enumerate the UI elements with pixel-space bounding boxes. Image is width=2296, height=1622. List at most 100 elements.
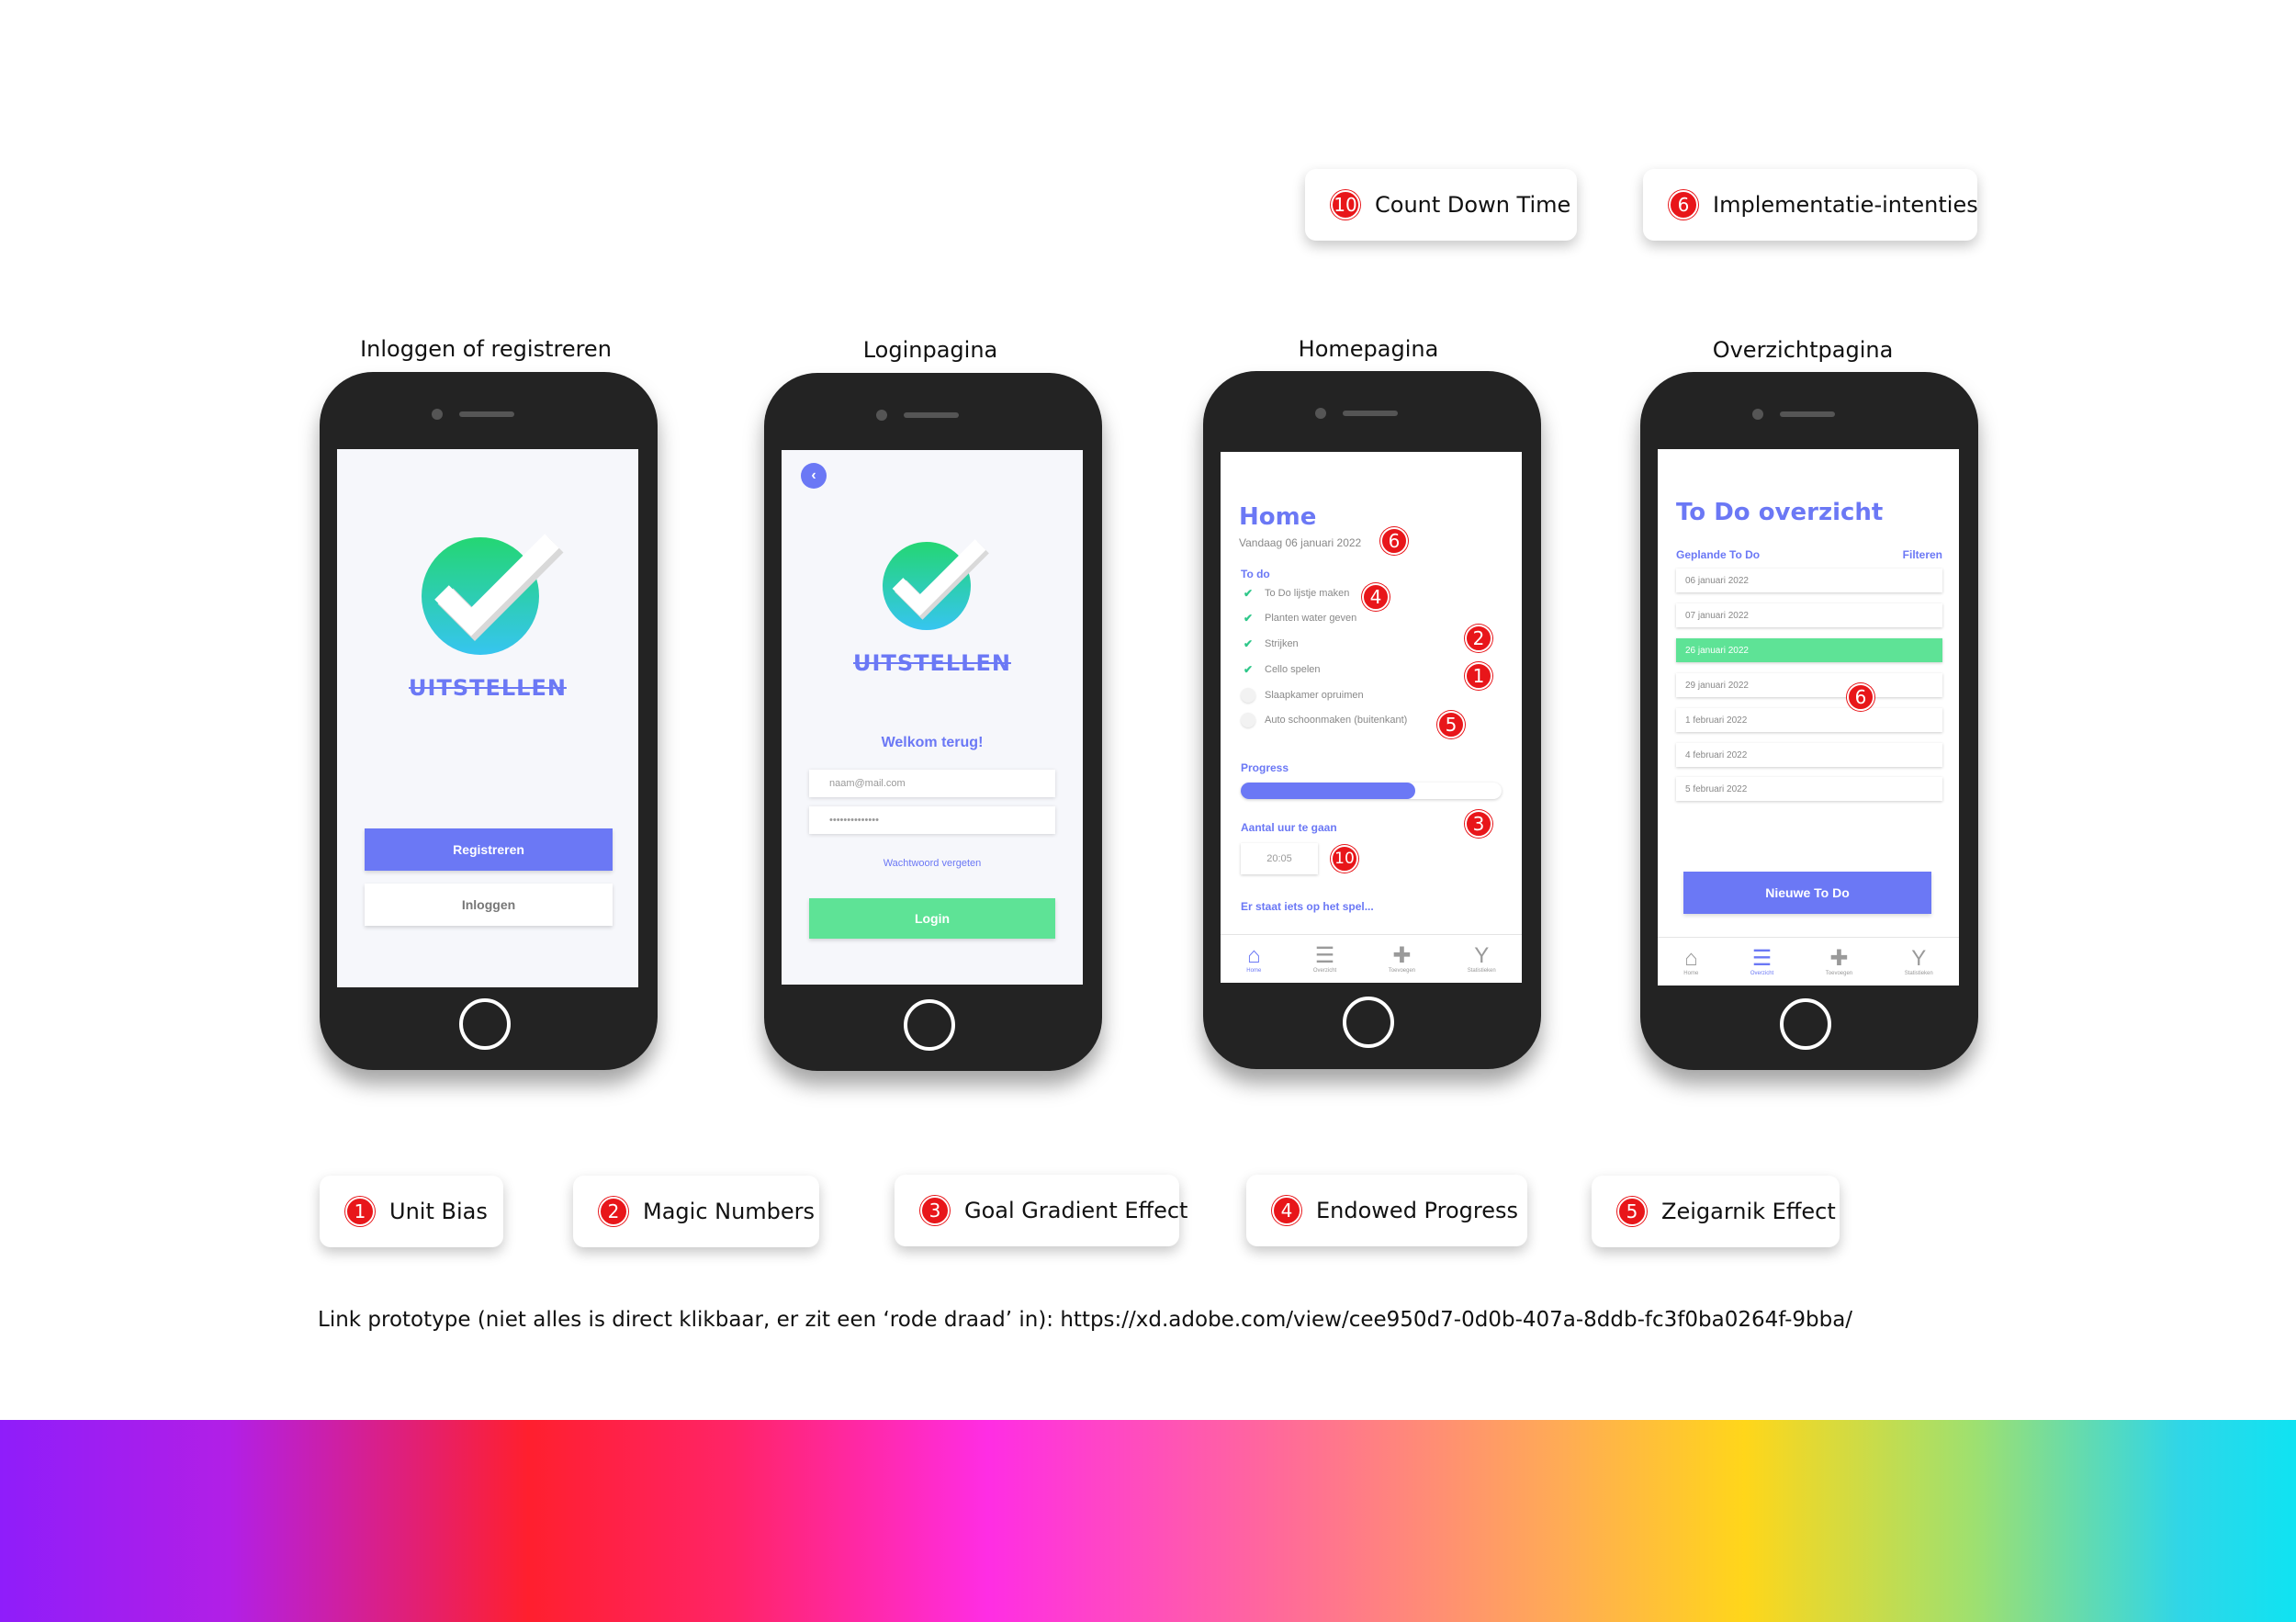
logo-check-icon xyxy=(883,539,989,630)
check-icon[interactable]: ✔ xyxy=(1241,611,1255,625)
prototype-link[interactable]: Link prototype (niet alles is direct kli… xyxy=(318,1308,1852,1332)
screen-title: Homepagina xyxy=(1298,336,1439,362)
register-button[interactable]: Registreren xyxy=(365,828,613,871)
legend-label: Zeigarnik Effect xyxy=(1661,1199,1836,1224)
phone-frame: To Do overzicht Geplande To Do Filteren … xyxy=(1640,372,1978,1070)
date-row[interactable]: 07 januari 2022 xyxy=(1676,603,1942,627)
annotation-badge: 4 xyxy=(1272,1196,1301,1225)
plus-icon: ✚ xyxy=(1829,946,1849,971)
annotation-badge: 5 xyxy=(1617,1197,1647,1226)
todo-item[interactable]: ✔ To Do lijstje maken xyxy=(1241,586,1349,601)
medal-icon: Y xyxy=(1911,946,1927,971)
annotation-badge-1: 1 xyxy=(1465,662,1492,690)
date-row[interactable]: 29 januari 2022 xyxy=(1676,673,1942,697)
bottom-tab-bar: ⌂ Home ☰ Overzicht ✚ Toevoegen Y Statistieke… xyxy=(1221,934,1522,983)
check-icon[interactable]: ✔ xyxy=(1241,662,1255,677)
todo-text: Slaapkamer opruimen xyxy=(1265,690,1364,701)
page-title: Home xyxy=(1239,503,1317,531)
forgot-password-link[interactable]: Wachtwoord vergeten xyxy=(782,858,1083,869)
list-icon: ☰ xyxy=(1751,946,1773,971)
login-submit-button[interactable]: Login xyxy=(809,898,1055,939)
annotation-badge: 2 xyxy=(599,1197,628,1226)
legend-count-down-time: 10 Count Down Time xyxy=(1305,169,1577,241)
todo-item[interactable]: Slaapkamer opruimen xyxy=(1241,688,1364,703)
legend-label: Unit Bias xyxy=(389,1199,488,1224)
phone-frame: ‹ UITSTELLEN Welkom terug! naam@mail.com… xyxy=(764,373,1102,1071)
annotation-badge-2: 2 xyxy=(1465,625,1492,652)
bottom-tab-bar: ⌂ Home ☰ Overzicht ✚ Toevoegen Y Statistieke… xyxy=(1658,937,1959,986)
legend-goal-gradient-effect: 3 Goal Gradient Effect xyxy=(895,1175,1187,1246)
date-row[interactable]: 5 februari 2022 xyxy=(1676,777,1942,801)
email-field[interactable]: naam@mail.com xyxy=(809,770,1055,797)
tab-toevoegen[interactable]: ✚ Toevoegen xyxy=(1389,944,1415,974)
hours-left-label: Aantal uur te gaan xyxy=(1241,821,1337,834)
todo-item[interactable]: ✔ Planten water geven xyxy=(1241,611,1356,625)
back-icon[interactable]: ‹ xyxy=(801,463,827,489)
legend-label: Endowed Progress xyxy=(1316,1198,1518,1223)
check-icon[interactable]: ✔ xyxy=(1241,636,1255,651)
legend-unit-bias: 1 Unit Bias xyxy=(320,1176,503,1247)
screen-inloggen-registreren: UITSTELLEN Registreren Inloggen xyxy=(337,449,638,987)
plus-icon: ✚ xyxy=(1392,943,1412,968)
camera xyxy=(876,410,887,421)
app-logo-text: UITSTELLEN xyxy=(853,650,1011,676)
unchecked-circle-icon[interactable] xyxy=(1241,688,1255,703)
home-icon: ⌂ xyxy=(1684,946,1698,971)
home-button[interactable] xyxy=(1343,997,1394,1048)
tab-overzicht[interactable]: ☰ Overzicht xyxy=(1750,946,1773,977)
legend-label: Count Down Time xyxy=(1375,192,1571,218)
tab-overzicht[interactable]: ☰ Overzicht xyxy=(1313,944,1336,974)
tab-home[interactable]: ⌂ Home xyxy=(1246,944,1261,974)
progress-bar-fill xyxy=(1241,783,1416,799)
annotation-badge-5: 5 xyxy=(1437,711,1465,738)
tab-statistieken[interactable]: Y Statistieken xyxy=(1905,946,1933,977)
home-button[interactable] xyxy=(1780,998,1831,1050)
screen-title: Loginpagina xyxy=(862,337,998,363)
todo-text: Planten water geven xyxy=(1265,613,1357,624)
todo-text: Strijken xyxy=(1265,638,1299,649)
tab-statistieken[interactable]: Y Statistieken xyxy=(1468,944,1496,974)
planned-label: Geplande To Do xyxy=(1676,548,1761,561)
password-field[interactable]: •••••••••••••• xyxy=(809,806,1055,834)
date-text: Vandaag 06 januari 2022 xyxy=(1239,536,1362,549)
annotation-badge: 3 xyxy=(920,1196,950,1225)
new-todo-button[interactable]: Nieuwe To Do xyxy=(1683,872,1931,914)
camera xyxy=(1752,409,1763,420)
login-button[interactable]: Inloggen xyxy=(365,884,613,926)
date-row[interactable]: 06 januari 2022 xyxy=(1676,569,1942,592)
welcome-text: Welkom terug! xyxy=(881,735,984,750)
filter-link[interactable]: Filteren xyxy=(1903,548,1942,561)
home-button[interactable] xyxy=(459,998,511,1050)
date-row[interactable]: 1 februari 2022 xyxy=(1676,708,1942,732)
progress-bar-track xyxy=(1241,783,1502,799)
legend-implementatie-intenties: 6 Implementatie-intenties xyxy=(1643,169,1978,241)
legend-zeigarnik-effect: 5 Zeigarnik Effect xyxy=(1592,1176,1840,1247)
todo-item[interactable]: ✔ Strijken xyxy=(1241,636,1299,651)
countdown-timer: 20:05 xyxy=(1241,843,1318,874)
date-row-selected[interactable]: 26 januari 2022 xyxy=(1676,638,1942,662)
todo-item[interactable]: Auto schoonmaken (buitenkant) xyxy=(1241,713,1407,727)
tab-home[interactable]: ⌂ Home xyxy=(1683,946,1698,977)
annotation-badge-6: 6 xyxy=(1380,527,1408,555)
check-icon[interactable]: ✔ xyxy=(1241,586,1255,601)
annotation-badge-10: 10 xyxy=(1331,845,1358,873)
annotation-badge: 6 xyxy=(1669,190,1698,220)
legend-label: Goal Gradient Effect xyxy=(964,1198,1188,1223)
logo-check-icon xyxy=(422,534,564,655)
decorative-gradient-band xyxy=(0,1420,2296,1622)
phone-frame: UITSTELLEN Registreren Inloggen xyxy=(320,372,658,1070)
screen-title: Overzichtpagina xyxy=(1712,337,1894,363)
home-button[interactable] xyxy=(904,999,955,1051)
unchecked-circle-icon[interactable] xyxy=(1241,713,1255,727)
tab-toevoegen[interactable]: ✚ Toevoegen xyxy=(1826,946,1852,977)
legend-label: Implementatie-intenties xyxy=(1713,192,1978,218)
todo-text: To Do lijstje maken xyxy=(1265,588,1350,599)
annotation-badge-4: 4 xyxy=(1362,583,1390,611)
todo-item[interactable]: ✔ Cello spelen xyxy=(1241,662,1321,677)
legend-label: Magic Numbers xyxy=(643,1199,816,1224)
date-row[interactable]: 4 februari 2022 xyxy=(1676,743,1942,767)
stakes-label: Er staat iets op het spel... xyxy=(1241,900,1374,913)
screen-title: Inloggen of registreren xyxy=(360,336,612,362)
camera xyxy=(1315,408,1326,419)
screen-loginpagina: ‹ UITSTELLEN Welkom terug! naam@mail.com… xyxy=(782,450,1083,985)
